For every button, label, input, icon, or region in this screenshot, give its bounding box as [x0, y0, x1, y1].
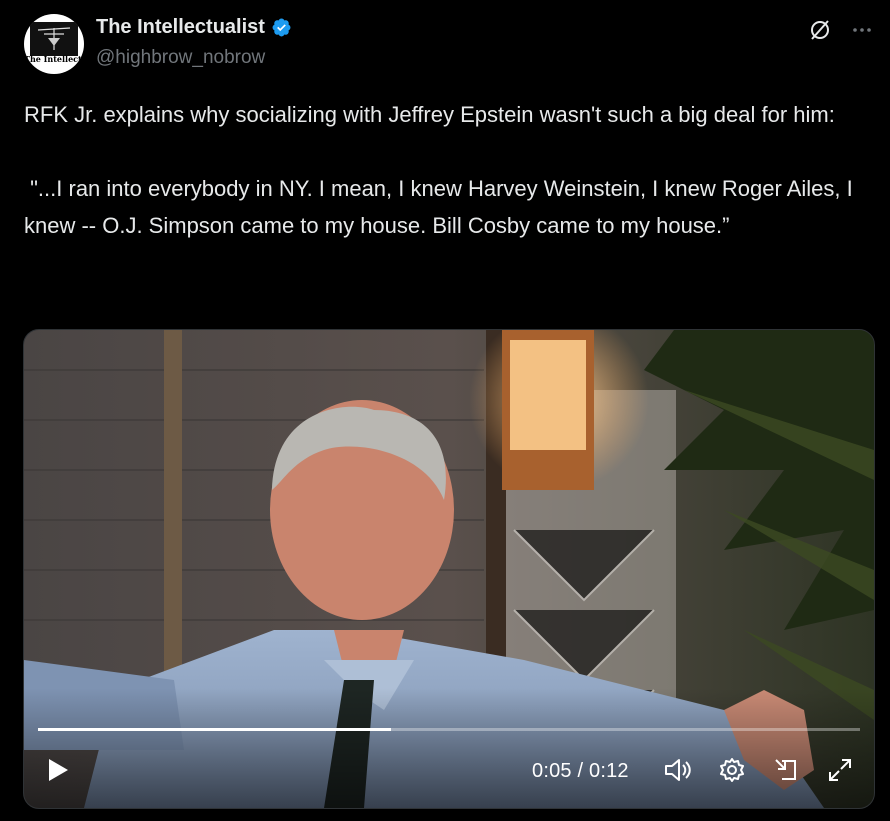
minimize-player-button[interactable]: [768, 750, 804, 790]
avatar-logo-text: The Intellectualist: [24, 54, 84, 64]
user-handle[interactable]: @highbrow_nobrow: [96, 47, 265, 69]
display-name[interactable]: The Intellectualist: [96, 16, 265, 39]
video-time: 0:05 / 0:12: [532, 760, 629, 782]
fullscreen-button[interactable]: [822, 750, 858, 790]
grok-icon[interactable]: [808, 18, 832, 42]
volume-icon: [665, 759, 691, 781]
video-controls: 0:05 / 0:12: [24, 750, 874, 800]
avatar[interactable]: The Intellectualist: [24, 14, 84, 74]
settings-button[interactable]: [714, 750, 750, 790]
progress-fill: [38, 728, 392, 731]
tweet-text: RFK Jr. explains why socializing with Je…: [24, 102, 853, 238]
progress-bar[interactable]: [38, 728, 860, 731]
more-icon[interactable]: [850, 18, 874, 42]
fullscreen-icon: [829, 759, 851, 781]
volume-button[interactable]: [660, 750, 696, 790]
logo-mark: [30, 22, 78, 56]
minimize-icon: [775, 759, 796, 780]
settings-icon: [720, 758, 744, 782]
tweet-header: The Intellectualist The Intellectualist …: [24, 14, 874, 76]
video-player[interactable]: 0:05 / 0:12: [23, 329, 875, 809]
verified-badge-icon: [272, 18, 291, 37]
name-row: The Intellectualist: [96, 16, 292, 39]
play-button[interactable]: [40, 750, 76, 790]
play-icon: [49, 759, 68, 781]
